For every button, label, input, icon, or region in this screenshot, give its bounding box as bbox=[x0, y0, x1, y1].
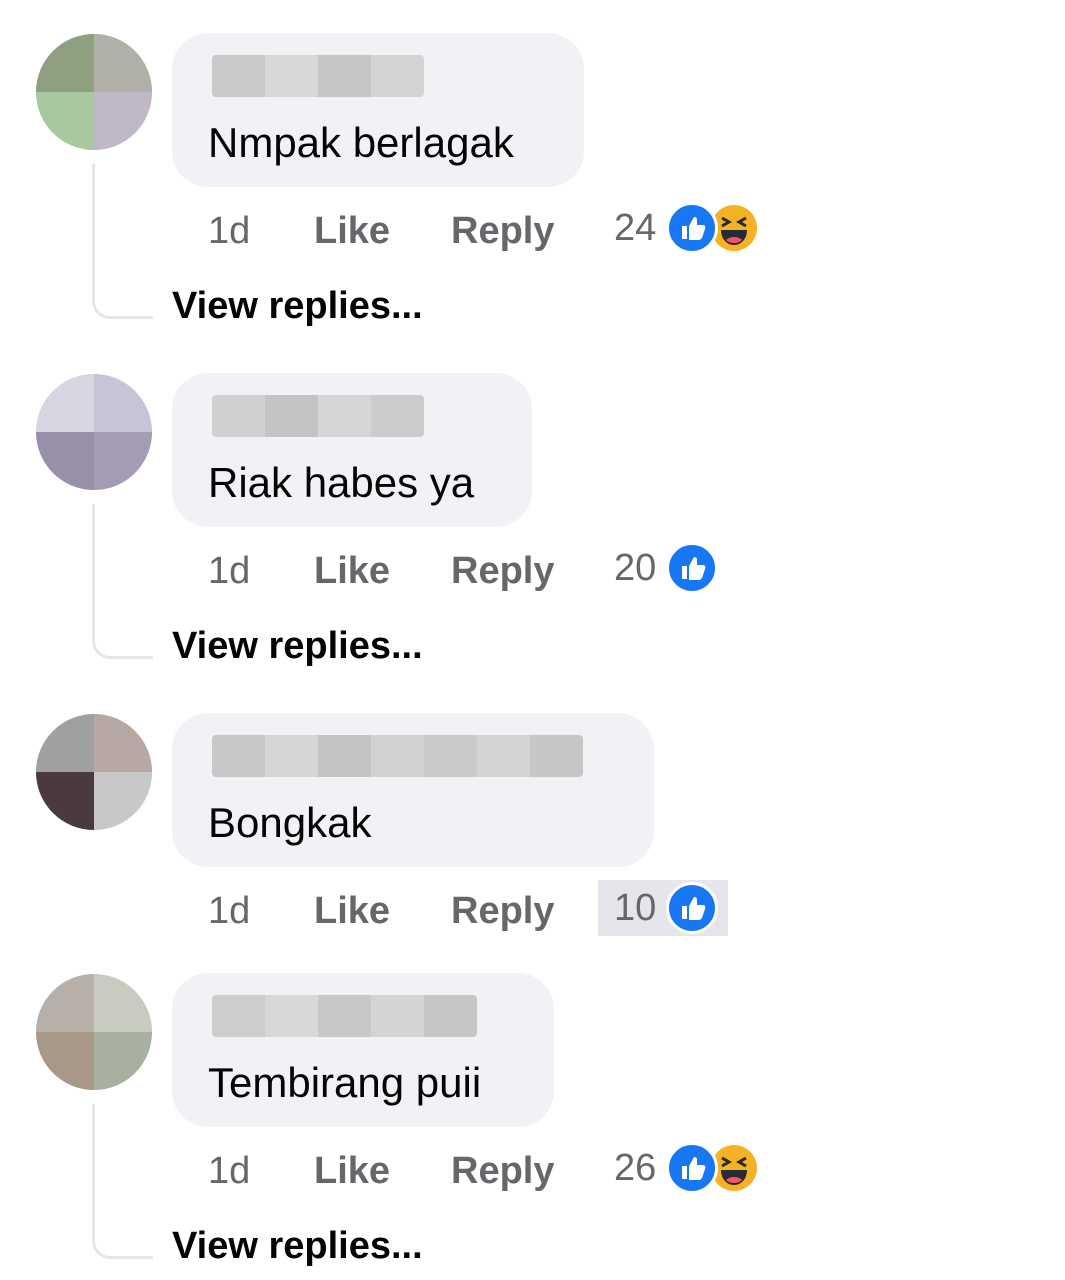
author-name[interactable] bbox=[212, 55, 424, 97]
reactions-summary[interactable]: 24 bbox=[598, 200, 770, 256]
like-icon bbox=[666, 1142, 719, 1194]
comment-text: Riak habes ya bbox=[208, 459, 475, 506]
reply-button[interactable]: Reply bbox=[451, 550, 554, 593]
comment-bubble: Riak habes ya bbox=[172, 373, 532, 527]
avatar[interactable] bbox=[36, 374, 152, 490]
like-button[interactable]: Like bbox=[314, 210, 390, 253]
avatar[interactable] bbox=[36, 34, 152, 150]
reaction-count: 24 bbox=[614, 206, 657, 249]
comment-text: Nmpak berlagak bbox=[208, 119, 514, 166]
like-button[interactable]: Like bbox=[314, 890, 390, 933]
view-replies-link[interactable]: View replies... bbox=[172, 285, 423, 328]
comment-text: Bongkak bbox=[208, 799, 372, 846]
timestamp[interactable]: 1d bbox=[208, 210, 250, 253]
like-icon bbox=[666, 542, 719, 594]
timestamp[interactable]: 1d bbox=[208, 890, 250, 933]
like-icon bbox=[666, 202, 719, 254]
comment-bubble: Bongkak bbox=[172, 713, 654, 867]
avatar[interactable] bbox=[36, 714, 152, 830]
timestamp[interactable]: 1d bbox=[208, 550, 250, 593]
reply-button[interactable]: Reply bbox=[451, 890, 554, 933]
like-button[interactable]: Like bbox=[314, 1150, 390, 1193]
author-name[interactable] bbox=[212, 395, 424, 437]
avatar[interactable] bbox=[36, 974, 152, 1090]
author-name[interactable] bbox=[212, 995, 477, 1037]
timestamp[interactable]: 1d bbox=[208, 1150, 250, 1193]
like-icon bbox=[666, 882, 719, 934]
comment-bubble: Nmpak berlagak bbox=[172, 33, 584, 187]
thread-line bbox=[92, 164, 153, 319]
reaction-count: 26 bbox=[614, 1146, 657, 1189]
like-button[interactable]: Like bbox=[314, 550, 390, 593]
author-name[interactable] bbox=[212, 735, 583, 777]
reactions-summary[interactable]: 10 bbox=[598, 880, 729, 936]
reply-button[interactable]: Reply bbox=[451, 1150, 554, 1193]
view-replies-link[interactable]: View replies... bbox=[172, 1225, 423, 1268]
reply-button[interactable]: Reply bbox=[451, 210, 554, 253]
reactions-summary[interactable]: 26 bbox=[598, 1140, 770, 1196]
comment-text: Tembirang puii bbox=[208, 1059, 482, 1106]
thread-line bbox=[92, 504, 153, 659]
thread-line bbox=[92, 1104, 153, 1259]
reaction-count: 20 bbox=[614, 546, 657, 589]
view-replies-link[interactable]: View replies... bbox=[172, 625, 423, 668]
comment-bubble: Tembirang puii bbox=[172, 973, 554, 1127]
reactions-summary[interactable]: 20 bbox=[598, 540, 728, 596]
reaction-count: 10 bbox=[614, 886, 657, 929]
